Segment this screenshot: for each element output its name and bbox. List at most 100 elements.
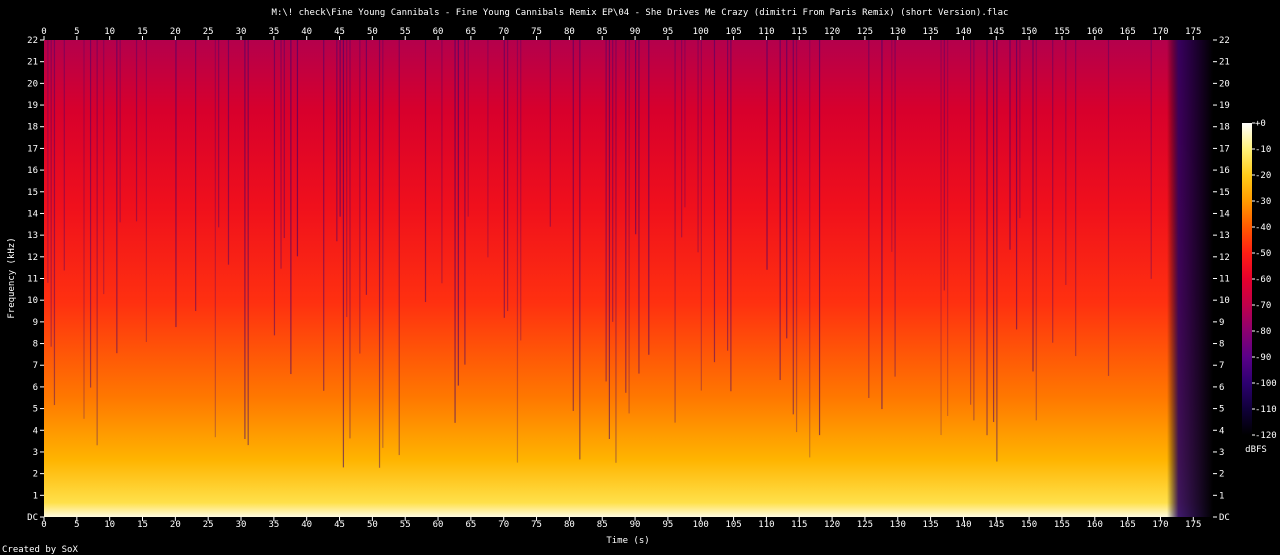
spectral-streak	[766, 40, 768, 270]
x-tick-label: 150	[1021, 520, 1037, 530]
spectral-streak	[1065, 40, 1067, 285]
spectral-streak	[1015, 40, 1018, 330]
x-tick-label-top: 5	[74, 27, 79, 37]
x-tick-label: 170	[1152, 520, 1168, 530]
y-tick-label: 14	[27, 209, 38, 219]
x-tick-label-top: 10	[104, 27, 115, 37]
spectral-streak	[520, 40, 522, 341]
spectral-streak	[339, 40, 341, 217]
colorbar-label: dBFS	[1245, 445, 1267, 455]
x-tick-label: 145	[988, 520, 1004, 530]
y-tick-label-right: 9	[1219, 318, 1224, 328]
x-tick-label: 10	[104, 520, 115, 530]
x-tick-label-top: 60	[433, 27, 444, 37]
spectral-streak	[454, 40, 456, 423]
spectral-streak	[700, 40, 702, 391]
y-tick-label-right: 8	[1219, 340, 1224, 350]
spectral-streak	[116, 40, 118, 354]
spectral-streak	[346, 40, 348, 318]
y-tick-label-right: 21	[1219, 58, 1230, 68]
x-tick-label-top: 135	[922, 27, 938, 37]
spectral-streak	[296, 40, 299, 257]
spectral-streak	[795, 40, 798, 433]
colorbar-tick-label: +0	[1255, 119, 1266, 129]
spectrogram-figure: M:\! check\Fine Young Cannibals - Fine Y…	[2, 8, 1277, 555]
y-tick-label-right: 13	[1219, 231, 1230, 241]
spectral-streak	[244, 40, 246, 440]
x-tick-label-top: 55	[400, 27, 411, 37]
spectral-streak	[1150, 40, 1152, 279]
x-tick-label-top: 115	[791, 27, 807, 37]
spectral-streak	[382, 40, 384, 448]
y-tick-label: 18	[27, 123, 38, 133]
x-tick-label-top: 140	[955, 27, 971, 37]
y-tick-label: 17	[27, 144, 38, 154]
colorbar-tick-label: -60	[1255, 275, 1271, 285]
x-tick-label: 50	[367, 520, 378, 530]
y-tick-label-right: 4	[1219, 426, 1224, 436]
y-tick-label-right: 5	[1219, 405, 1224, 415]
spectral-streak	[1019, 40, 1021, 219]
y-tick-label-right: 2	[1219, 470, 1224, 480]
y-tick-label-right: 22	[1219, 36, 1230, 46]
x-tick-label: 160	[1087, 520, 1103, 530]
spectral-streak	[1052, 40, 1054, 343]
y-tick-label-right: 7	[1219, 361, 1224, 371]
x-tick-label: 25	[203, 520, 214, 530]
spectral-streak	[943, 40, 945, 291]
y-axis-label: Frequency (kHz)	[7, 237, 17, 318]
spectral-streak	[516, 40, 519, 463]
spectral-streak	[792, 40, 794, 415]
x-tick-label-top: 95	[662, 27, 673, 37]
y-tick-label: 22	[27, 36, 38, 46]
x-tick-label: 110	[758, 520, 774, 530]
y-tick-label-right: 12	[1219, 253, 1230, 263]
x-tick-label-top: 90	[630, 27, 641, 37]
x-tick-label: 155	[1054, 520, 1070, 530]
y-tick-label: DC	[27, 513, 38, 523]
spectral-streak	[1035, 40, 1037, 421]
x-tick-label-top: 70	[498, 27, 509, 37]
spectral-streak	[648, 40, 650, 355]
colorbar-tick-label: -90	[1255, 353, 1271, 363]
spectral-streak	[628, 40, 630, 414]
y-tick-label: 4	[33, 426, 38, 436]
y-tick-label: 6	[33, 383, 38, 393]
spectral-streak	[940, 40, 942, 436]
x-tick-label-top: 165	[1119, 27, 1135, 37]
spectral-streak	[336, 40, 338, 242]
spectral-streak	[53, 40, 56, 406]
spectral-streak	[638, 40, 640, 374]
spectral-streak	[214, 40, 216, 438]
x-tick-label-top: 85	[597, 27, 608, 37]
x-tick-label: 0	[41, 520, 46, 530]
spectral-streak	[365, 40, 368, 295]
spectral-streak	[227, 40, 230, 265]
spectral-streak	[89, 40, 92, 388]
spectral-streak	[881, 40, 883, 410]
spectral-streak	[612, 40, 614, 322]
spectral-streak	[378, 40, 381, 468]
colorbar-tick-label: -50	[1255, 249, 1271, 259]
spectral-streak	[464, 40, 466, 365]
colorbar-tick-label: -120	[1255, 431, 1277, 441]
spectral-streak	[349, 40, 351, 439]
x-tick-label-top: 80	[564, 27, 575, 37]
y-tick-label: 19	[27, 101, 38, 111]
spectral-streak	[986, 40, 988, 436]
spectral-streak	[273, 40, 276, 336]
y-tick-label: 7	[33, 361, 38, 371]
x-tick-label-top: 145	[988, 27, 1004, 37]
spectral-streak	[135, 40, 138, 222]
spectral-streak	[681, 40, 683, 238]
y-axis-left: DC12345678910111213141516171819202122	[27, 36, 44, 523]
y-tick-label: 9	[33, 318, 38, 328]
y-tick-label-right: 16	[1219, 166, 1230, 176]
chart-title: M:\! check\Fine Young Cannibals - Fine Y…	[272, 8, 1009, 18]
spectral-streak	[195, 40, 197, 312]
spectral-streak	[727, 40, 729, 351]
x-axis-label: Time (s)	[606, 536, 649, 546]
spectral-streak	[779, 40, 781, 381]
x-tick-label-top: 175	[1185, 27, 1201, 37]
spectral-streak	[507, 40, 509, 312]
